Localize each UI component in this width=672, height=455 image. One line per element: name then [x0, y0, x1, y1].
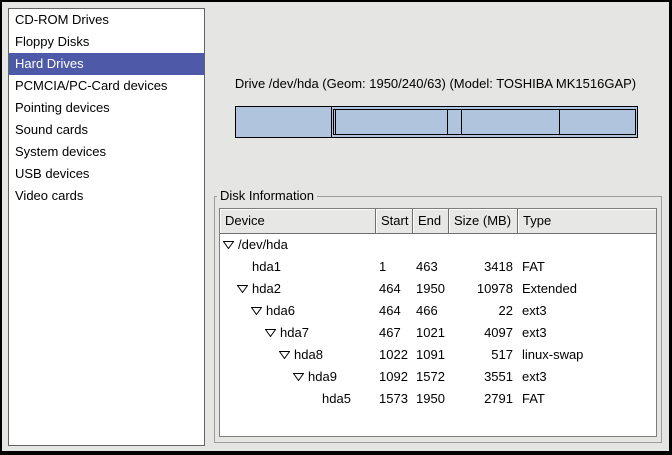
- table-row-hda2[interactable]: hda2 464195010978Extended: [220, 278, 656, 300]
- sidebar-item-pcmcia-pc-card-devices[interactable]: PCMCIA/PC-Card devices: [9, 75, 204, 97]
- end-cell: 466: [413, 300, 449, 322]
- start-cell: 1573: [376, 388, 413, 410]
- end-cell: 1950: [413, 388, 449, 410]
- type-cell: FAT: [518, 388, 656, 410]
- size-cell: 4097: [449, 322, 518, 344]
- end-cell: 463: [413, 256, 449, 278]
- sidebar-item-usb-devices[interactable]: USB devices: [9, 163, 204, 185]
- expander-icon[interactable]: [251, 307, 266, 315]
- type-cell: [518, 234, 656, 256]
- type-cell: FAT: [518, 256, 656, 278]
- size-cell: 3551: [449, 366, 518, 388]
- size-cell: 3418: [449, 256, 518, 278]
- primary-partition-divider: [331, 107, 332, 137]
- device-label: hda7: [280, 322, 309, 344]
- column-header-type[interactable]: Type: [518, 209, 656, 234]
- device-label: hda6: [266, 300, 295, 322]
- disk-information-frame: Disk Information DeviceStartEndSize (MB)…: [214, 196, 662, 443]
- logical-partition-divider-hda7: [447, 110, 448, 134]
- logical-partition-divider-hda6: [335, 110, 336, 134]
- end-cell: 1950: [413, 278, 449, 300]
- type-cell: ext3: [518, 300, 656, 322]
- device-label: hda1: [252, 256, 281, 278]
- extended-partition-segment: [333, 109, 636, 135]
- disk-information-frame-label: Disk Information: [217, 188, 317, 204]
- device-label: /dev/hda: [238, 234, 288, 256]
- device-cell: hda6: [220, 300, 376, 322]
- device-cell: hda1: [220, 256, 376, 278]
- sidebar-item-sound-cards[interactable]: Sound cards: [9, 119, 204, 141]
- tree-indent: [223, 333, 265, 334]
- expander-icon[interactable]: [279, 351, 294, 359]
- type-cell: Extended: [518, 278, 656, 300]
- device-label: hda8: [294, 344, 323, 366]
- column-header-start[interactable]: Start: [376, 209, 413, 234]
- table-row-dev-hda[interactable]: /dev/hda: [220, 234, 656, 256]
- table-body: /dev/hdahda114633418FAThda2464195010978E…: [220, 234, 656, 410]
- end-cell: 1572: [413, 366, 449, 388]
- sidebar-item-system-devices[interactable]: System devices: [9, 141, 204, 163]
- tree-indent: [223, 311, 251, 312]
- size-cell: 22: [449, 300, 518, 322]
- size-cell: 10978: [449, 278, 518, 300]
- tree-indent: [223, 377, 293, 378]
- sidebar-item-floppy-disks[interactable]: Floppy Disks: [9, 31, 204, 53]
- drive-title: Drive /dev/hda (Geom: 1950/240/63) (Mode…: [205, 76, 666, 91]
- logical-partition-divider-hda8: [461, 110, 462, 134]
- device-cell: /dev/hda: [220, 234, 376, 256]
- sidebar-item-video-cards[interactable]: Video cards: [9, 185, 204, 207]
- device-label: hda5: [322, 388, 351, 410]
- table-row-hda8[interactable]: hda8 10221091517linux-swap: [220, 344, 656, 366]
- type-cell: ext3: [518, 366, 656, 388]
- expander-icon[interactable]: [293, 373, 308, 381]
- table-row-hda5[interactable]: hda5 157319502791FAT: [220, 388, 656, 410]
- column-header-size-mb[interactable]: Size (MB): [449, 209, 518, 234]
- size-cell: [449, 234, 518, 256]
- end-cell: 1021: [413, 322, 449, 344]
- size-cell: 517: [449, 344, 518, 366]
- size-cell: 2791: [449, 388, 518, 410]
- type-cell: linux-swap: [518, 344, 656, 366]
- partition-bar: [235, 106, 638, 138]
- device-cell: hda9: [220, 366, 376, 388]
- expander-icon[interactable]: [237, 285, 252, 293]
- tree-indent: [223, 289, 237, 290]
- table-header-row: DeviceStartEndSize (MB)Type: [220, 209, 656, 234]
- tree-indent: [223, 355, 279, 356]
- device-label: hda9: [308, 366, 337, 388]
- start-cell: 1092: [376, 366, 413, 388]
- column-header-end[interactable]: End: [413, 209, 449, 234]
- device-category-list[interactable]: CD-ROM DrivesFloppy DisksHard DrivesPCMC…: [8, 8, 205, 446]
- type-cell: ext3: [518, 322, 656, 344]
- sidebar-item-pointing-devices[interactable]: Pointing devices: [9, 97, 204, 119]
- hardware-browser-window: CD-ROM DrivesFloppy DisksHard DrivesPCMC…: [0, 0, 672, 455]
- table-row-hda7[interactable]: hda7 46710214097ext3: [220, 322, 656, 344]
- sidebar-item-cd-rom-drives[interactable]: CD-ROM Drives: [9, 9, 204, 31]
- table-row-hda9[interactable]: hda9 109215723551ext3: [220, 366, 656, 388]
- start-cell: 467: [376, 322, 413, 344]
- start-cell: 1: [376, 256, 413, 278]
- start-cell: 464: [376, 278, 413, 300]
- expander-icon[interactable]: [265, 329, 280, 337]
- device-cell: hda5: [220, 388, 376, 410]
- table-row-hda1[interactable]: hda1 14633418FAT: [220, 256, 656, 278]
- disk-information-table: DeviceStartEndSize (MB)Type /dev/hdahda1…: [219, 208, 657, 437]
- end-cell: 1091: [413, 344, 449, 366]
- table-row-hda6[interactable]: hda6 46446622ext3: [220, 300, 656, 322]
- start-cell: [376, 234, 413, 256]
- device-cell: hda8: [220, 344, 376, 366]
- sidebar-item-hard-drives[interactable]: Hard Drives: [9, 53, 204, 75]
- start-cell: 464: [376, 300, 413, 322]
- column-header-device[interactable]: Device: [220, 209, 376, 234]
- expander-icon[interactable]: [223, 241, 238, 249]
- tree-indent: [223, 399, 307, 400]
- tree-indent: [223, 267, 237, 268]
- logical-partition-divider-hda9: [559, 110, 560, 134]
- end-cell: [413, 234, 449, 256]
- device-label: hda2: [252, 278, 281, 300]
- device-cell: hda7: [220, 322, 376, 344]
- start-cell: 1022: [376, 344, 413, 366]
- device-cell: hda2: [220, 278, 376, 300]
